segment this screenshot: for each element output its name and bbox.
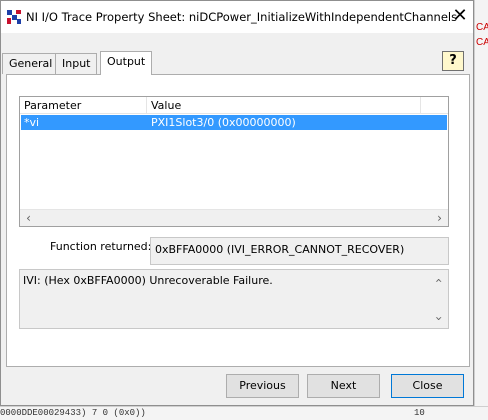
- close-button[interactable]: Close: [391, 374, 464, 398]
- column-header-value[interactable]: Value: [147, 97, 421, 114]
- error-description-text: IVI: (Hex 0xBFFA0000) Unrecoverable Fail…: [23, 274, 273, 287]
- ni-trace-app-icon: [7, 10, 21, 24]
- tab-input[interactable]: Input: [55, 53, 98, 74]
- row-parameter-cell: *vi: [24, 116, 40, 129]
- output-parameter-list[interactable]: Parameter Value *vi PXI1Slot3/0 (0x00000…: [19, 96, 449, 227]
- background-window-edge: [474, 0, 488, 420]
- scroll-up-arrow-icon[interactable]: ‹: [430, 272, 447, 289]
- background-fragment-text: CA: [476, 37, 488, 48]
- help-question-icon: ?: [449, 53, 457, 68]
- background-fragment-text: CA: [476, 22, 488, 33]
- title-bar[interactable]: NI I/O Trace Property Sheet: niDCPower_I…: [1, 1, 473, 33]
- row-value-cell: PXI1Slot3/0 (0x00000000): [151, 116, 296, 129]
- table-row[interactable]: *vi PXI1Slot3/0 (0x00000000): [21, 115, 447, 130]
- background-window-bottom: 0000DDE00029433) 7 0 (0x0)) 10: [0, 406, 488, 420]
- background-bottom-text: 0000DDE00029433) 7 0 (0x0)): [0, 408, 146, 418]
- error-description-box[interactable]: IVI: (Hex 0xBFFA0000) Unrecoverable Fail…: [19, 269, 449, 329]
- help-button[interactable]: ?: [442, 51, 464, 71]
- horizontal-scrollbar[interactable]: ‹ ›: [20, 209, 448, 226]
- vertical-scrollbar[interactable]: ‹ ›: [430, 270, 448, 328]
- scroll-down-arrow-icon[interactable]: ›: [430, 310, 447, 327]
- property-sheet-dialog: NI I/O Trace Property Sheet: niDCPower_I…: [0, 0, 474, 406]
- function-returned-value: 0xBFFA0000 (IVI_ERROR_CANNOT_RECOVER): [150, 237, 449, 265]
- list-header: Parameter Value: [20, 97, 448, 114]
- scroll-left-arrow-icon[interactable]: ‹: [20, 210, 37, 226]
- tab-general[interactable]: General: [2, 53, 60, 74]
- background-bottom-number: 10: [414, 408, 425, 418]
- next-button[interactable]: Next: [307, 374, 380, 398]
- close-icon[interactable]: ✕: [447, 5, 473, 29]
- previous-button[interactable]: Previous: [226, 374, 299, 398]
- function-returned-label: Function returned:: [50, 240, 152, 253]
- tab-output[interactable]: Output: [100, 51, 153, 75]
- column-header-parameter[interactable]: Parameter: [20, 97, 147, 114]
- window-title: NI I/O Trace Property Sheet: niDCPower_I…: [26, 10, 458, 24]
- scroll-right-arrow-icon[interactable]: ›: [431, 210, 448, 226]
